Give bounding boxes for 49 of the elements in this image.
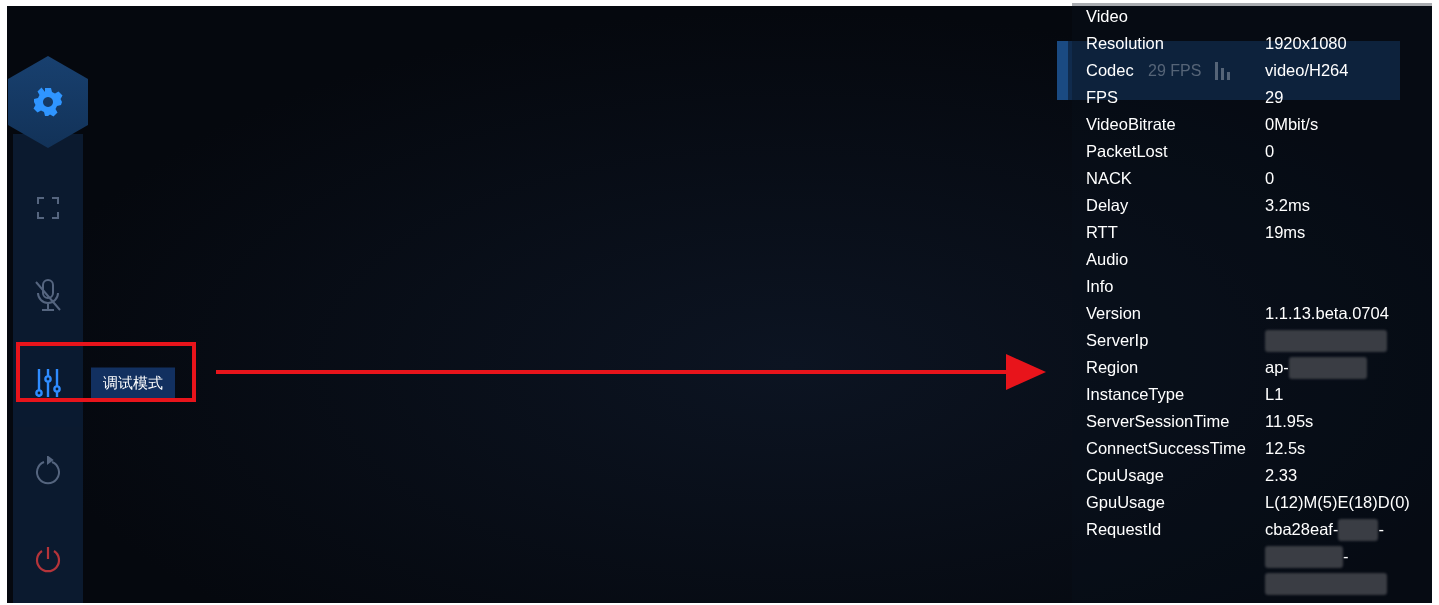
power-icon [34, 545, 62, 574]
stat-value: video/H264 [1265, 60, 1349, 81]
stat-value: - [1343, 546, 1349, 567]
stat-label: ServerIp [1086, 331, 1149, 349]
stat-label: NACK [1086, 169, 1132, 187]
tooltip: 调试模式 [91, 368, 175, 399]
signal-icon [1215, 61, 1232, 80]
stat-label: VideoBitrate [1086, 115, 1176, 133]
stat-label: RTT [1086, 223, 1118, 241]
refresh-icon [34, 456, 62, 487]
stat-label: Version [1086, 304, 1142, 322]
stat-value: 2.33 [1265, 465, 1298, 486]
stat-value: 12.5s [1265, 438, 1306, 459]
stat-label: ServerSessionTime [1086, 412, 1230, 430]
stat-value: 0 [1265, 141, 1275, 162]
stat-value: cba28eaf- [1265, 519, 1339, 540]
stat-label: ConnectSuccessTime [1086, 439, 1246, 457]
stat-label: Region [1086, 358, 1139, 376]
stat-value: L1 [1265, 384, 1284, 405]
stat-label: Resolution [1086, 34, 1164, 52]
stat-value: 0Mbit/s [1265, 114, 1319, 135]
stat-label: Codec [1086, 61, 1134, 79]
stat-value: L(12)M(5)E(18)D(0) [1265, 492, 1410, 513]
stat-value: 19ms [1265, 222, 1306, 243]
section-title: Audio [1086, 250, 1129, 268]
redacted-block [1338, 518, 1379, 541]
sliders-icon [35, 368, 61, 399]
stat-value: 29 [1265, 87, 1284, 108]
stat-value: 1920x1080 [1265, 33, 1347, 54]
status-bar-accent [1057, 41, 1068, 100]
stat-value: 3.2ms [1265, 195, 1310, 216]
stat-label: GpuUsage [1086, 493, 1165, 511]
stat-label: Delay [1086, 196, 1129, 214]
stat-value: 0 [1265, 168, 1275, 189]
stat-value: 11.95s [1265, 411, 1314, 432]
stat-label: PacketLost [1086, 142, 1168, 160]
stat-label: RequestId [1086, 520, 1162, 538]
fps-text: 29 FPS [1148, 61, 1202, 80]
stat-label: FPS [1086, 88, 1119, 106]
section-title: Info [1086, 277, 1114, 295]
stat-value: - [1378, 519, 1384, 540]
fullscreen-icon [36, 195, 60, 220]
stat-value: ap- [1265, 357, 1289, 378]
section-title: Video [1086, 7, 1128, 25]
mic-off-icon [33, 277, 63, 314]
stat-value: 1.1.13.beta.0704 [1265, 303, 1389, 324]
stat-label: InstanceType [1086, 385, 1185, 403]
stat-label: CpuUsage [1086, 466, 1164, 484]
settings-icon [32, 86, 64, 118]
